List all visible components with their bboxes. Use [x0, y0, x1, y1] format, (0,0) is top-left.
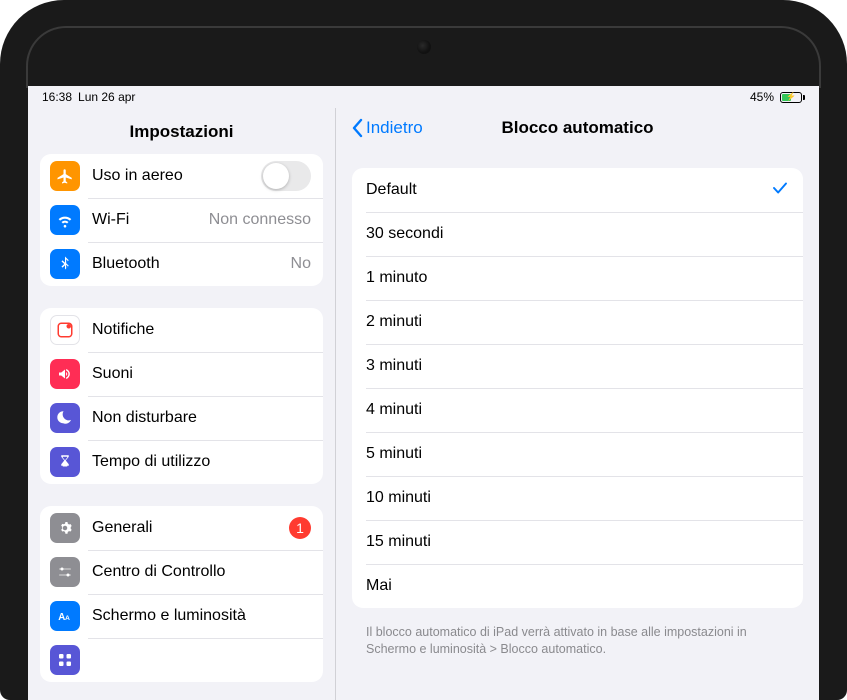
screen: 16:38 Lun 26 apr 45% ⚡ Impostazioni — [28, 86, 819, 700]
row-label: Bluetooth — [92, 255, 291, 273]
settings-group: Notifiche Suoni Non disturbare — [40, 308, 323, 484]
option-label: 5 minuti — [366, 445, 422, 463]
hourglass-icon — [50, 447, 80, 477]
option-15m[interactable]: 15 minuti — [352, 520, 803, 564]
notification-badge: 1 — [289, 517, 311, 539]
chevron-left-icon — [350, 118, 364, 138]
row-label: Non disturbare — [92, 409, 311, 427]
sidebar-item-notifications[interactable]: Notifiche — [40, 308, 323, 352]
airplane-switch[interactable] — [261, 161, 311, 191]
detail-header: Indietro Blocco automatico — [336, 108, 819, 150]
status-bar: 16:38 Lun 26 apr 45% ⚡ — [28, 86, 819, 108]
battery-percent: 45% — [750, 90, 774, 104]
footer-note: Il blocco automatico di iPad verrà attiv… — [336, 616, 819, 658]
wifi-icon — [50, 205, 80, 235]
option-label: 15 minuti — [366, 533, 431, 551]
status-date: Lun 26 apr — [78, 90, 135, 104]
option-label: 3 minuti — [366, 357, 422, 375]
option-label: Default — [366, 181, 417, 199]
option-label: 4 minuti — [366, 401, 422, 419]
sidebar-item-bluetooth[interactable]: Bluetooth No — [40, 242, 323, 286]
row-label: Tempo di utilizzo — [92, 453, 311, 471]
option-3m[interactable]: 3 minuti — [352, 344, 803, 388]
option-default[interactable]: Default — [352, 168, 803, 212]
back-button[interactable]: Indietro — [350, 118, 423, 138]
svg-text:A: A — [65, 615, 70, 622]
option-5m[interactable]: 5 minuti — [352, 432, 803, 476]
sliders-icon — [50, 557, 80, 587]
option-label: 30 secondi — [366, 225, 443, 243]
row-label: Centro di Controllo — [92, 563, 311, 581]
sidebar-item-dnd[interactable]: Non disturbare — [40, 396, 323, 440]
gear-icon — [50, 513, 80, 543]
settings-group: Uso in aereo Wi-Fi Non connesso — [40, 154, 323, 286]
sidebar-item-general[interactable]: Generali 1 — [40, 506, 323, 550]
settings-group: Generali 1 Centro di Controllo AA Scher — [40, 506, 323, 682]
row-detail: Non connesso — [209, 211, 311, 229]
status-time: 16:38 — [42, 90, 72, 104]
moon-icon — [50, 403, 80, 433]
sidebar-item-airplane[interactable]: Uso in aereo — [40, 154, 323, 198]
camera-dot — [417, 40, 431, 54]
sounds-icon — [50, 359, 80, 389]
option-2m[interactable]: 2 minuti — [352, 300, 803, 344]
grid-icon — [50, 645, 80, 675]
notifications-icon — [50, 315, 80, 345]
sidebar-item-wifi[interactable]: Wi-Fi Non connesso — [40, 198, 323, 242]
row-label: Wi-Fi — [92, 211, 209, 229]
bluetooth-icon — [50, 249, 80, 279]
row-label: Schermo e luminosità — [92, 607, 311, 625]
option-1m[interactable]: 1 minuto — [352, 256, 803, 300]
airplane-icon — [50, 161, 80, 191]
option-label: 10 minuti — [366, 489, 431, 507]
option-label: 1 minuto — [366, 269, 427, 287]
row-label: Notifiche — [92, 321, 311, 339]
option-never[interactable]: Mai — [352, 564, 803, 608]
option-30s[interactable]: 30 secondi — [352, 212, 803, 256]
option-label: Mai — [366, 577, 392, 595]
sidebar-item-display[interactable]: AA Schermo e luminosità — [40, 594, 323, 638]
sidebar-item-partial[interactable] — [40, 638, 323, 682]
sidebar-title: Impostazioni — [28, 108, 335, 154]
option-10m[interactable]: 10 minuti — [352, 476, 803, 520]
options-list: Default 30 secondi 1 minuto 2 minuti 3 m… — [352, 168, 803, 608]
option-4m[interactable]: 4 minuti — [352, 388, 803, 432]
row-detail: No — [291, 255, 311, 273]
row-label: Suoni — [92, 365, 311, 383]
detail-pane: Indietro Blocco automatico Default 30 se… — [336, 108, 819, 700]
device-frame: 16:38 Lun 26 apr 45% ⚡ Impostazioni — [0, 0, 847, 700]
row-label: Uso in aereo — [92, 167, 261, 185]
row-label: Generali — [92, 519, 289, 537]
option-label: 2 minuti — [366, 313, 422, 331]
settings-sidebar: Impostazioni Uso in aereo Wi- — [28, 108, 336, 700]
sidebar-item-screentime[interactable]: Tempo di utilizzo — [40, 440, 323, 484]
battery-icon: ⚡ — [778, 92, 805, 103]
sidebar-item-sounds[interactable]: Suoni — [40, 352, 323, 396]
sidebar-item-control-center[interactable]: Centro di Controllo — [40, 550, 323, 594]
svg-text:A: A — [58, 612, 65, 623]
back-label: Indietro — [366, 118, 423, 138]
checkmark-icon — [771, 179, 789, 202]
text-size-icon: AA — [50, 601, 80, 631]
